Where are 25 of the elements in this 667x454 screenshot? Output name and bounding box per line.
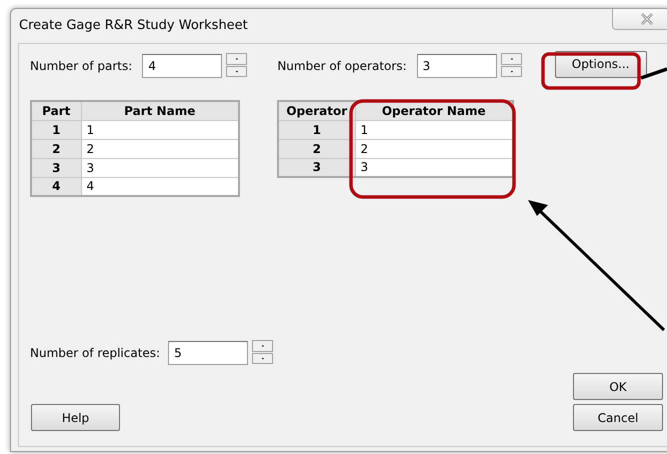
- column-header: Part Name: [81, 101, 239, 120]
- row-header: 1: [278, 120, 355, 139]
- row-header: 1: [31, 120, 81, 139]
- row-header: 2: [31, 139, 81, 158]
- column-header: Part: [31, 101, 81, 120]
- help-button[interactable]: Help: [31, 404, 120, 431]
- field-label: Number of replicates:: [30, 346, 160, 360]
- row-header: 4: [31, 177, 81, 196]
- ok-button[interactable]: OK: [573, 373, 663, 400]
- close-icon: [639, 12, 655, 24]
- close-button[interactable]: [612, 8, 667, 30]
- spinner[interactable]: [226, 53, 248, 78]
- row-header: 2: [278, 139, 355, 158]
- window-title: Create Gage R&R Study Worksheet: [19, 18, 248, 32]
- row-header: 3: [31, 158, 81, 177]
- spinner[interactable]: [500, 53, 522, 78]
- field-label: Number of parts:: [30, 58, 132, 72]
- cancel-button[interactable]: Cancel: [573, 404, 663, 431]
- field-label: Number of operators:: [277, 58, 407, 72]
- row-header: 3: [278, 158, 355, 177]
- input-field[interactable]: 3: [416, 54, 497, 78]
- column-header: Operator: [278, 101, 355, 120]
- input-field[interactable]: 5: [168, 340, 248, 364]
- spinner[interactable]: [252, 340, 274, 365]
- input-field[interactable]: 4: [142, 54, 222, 78]
